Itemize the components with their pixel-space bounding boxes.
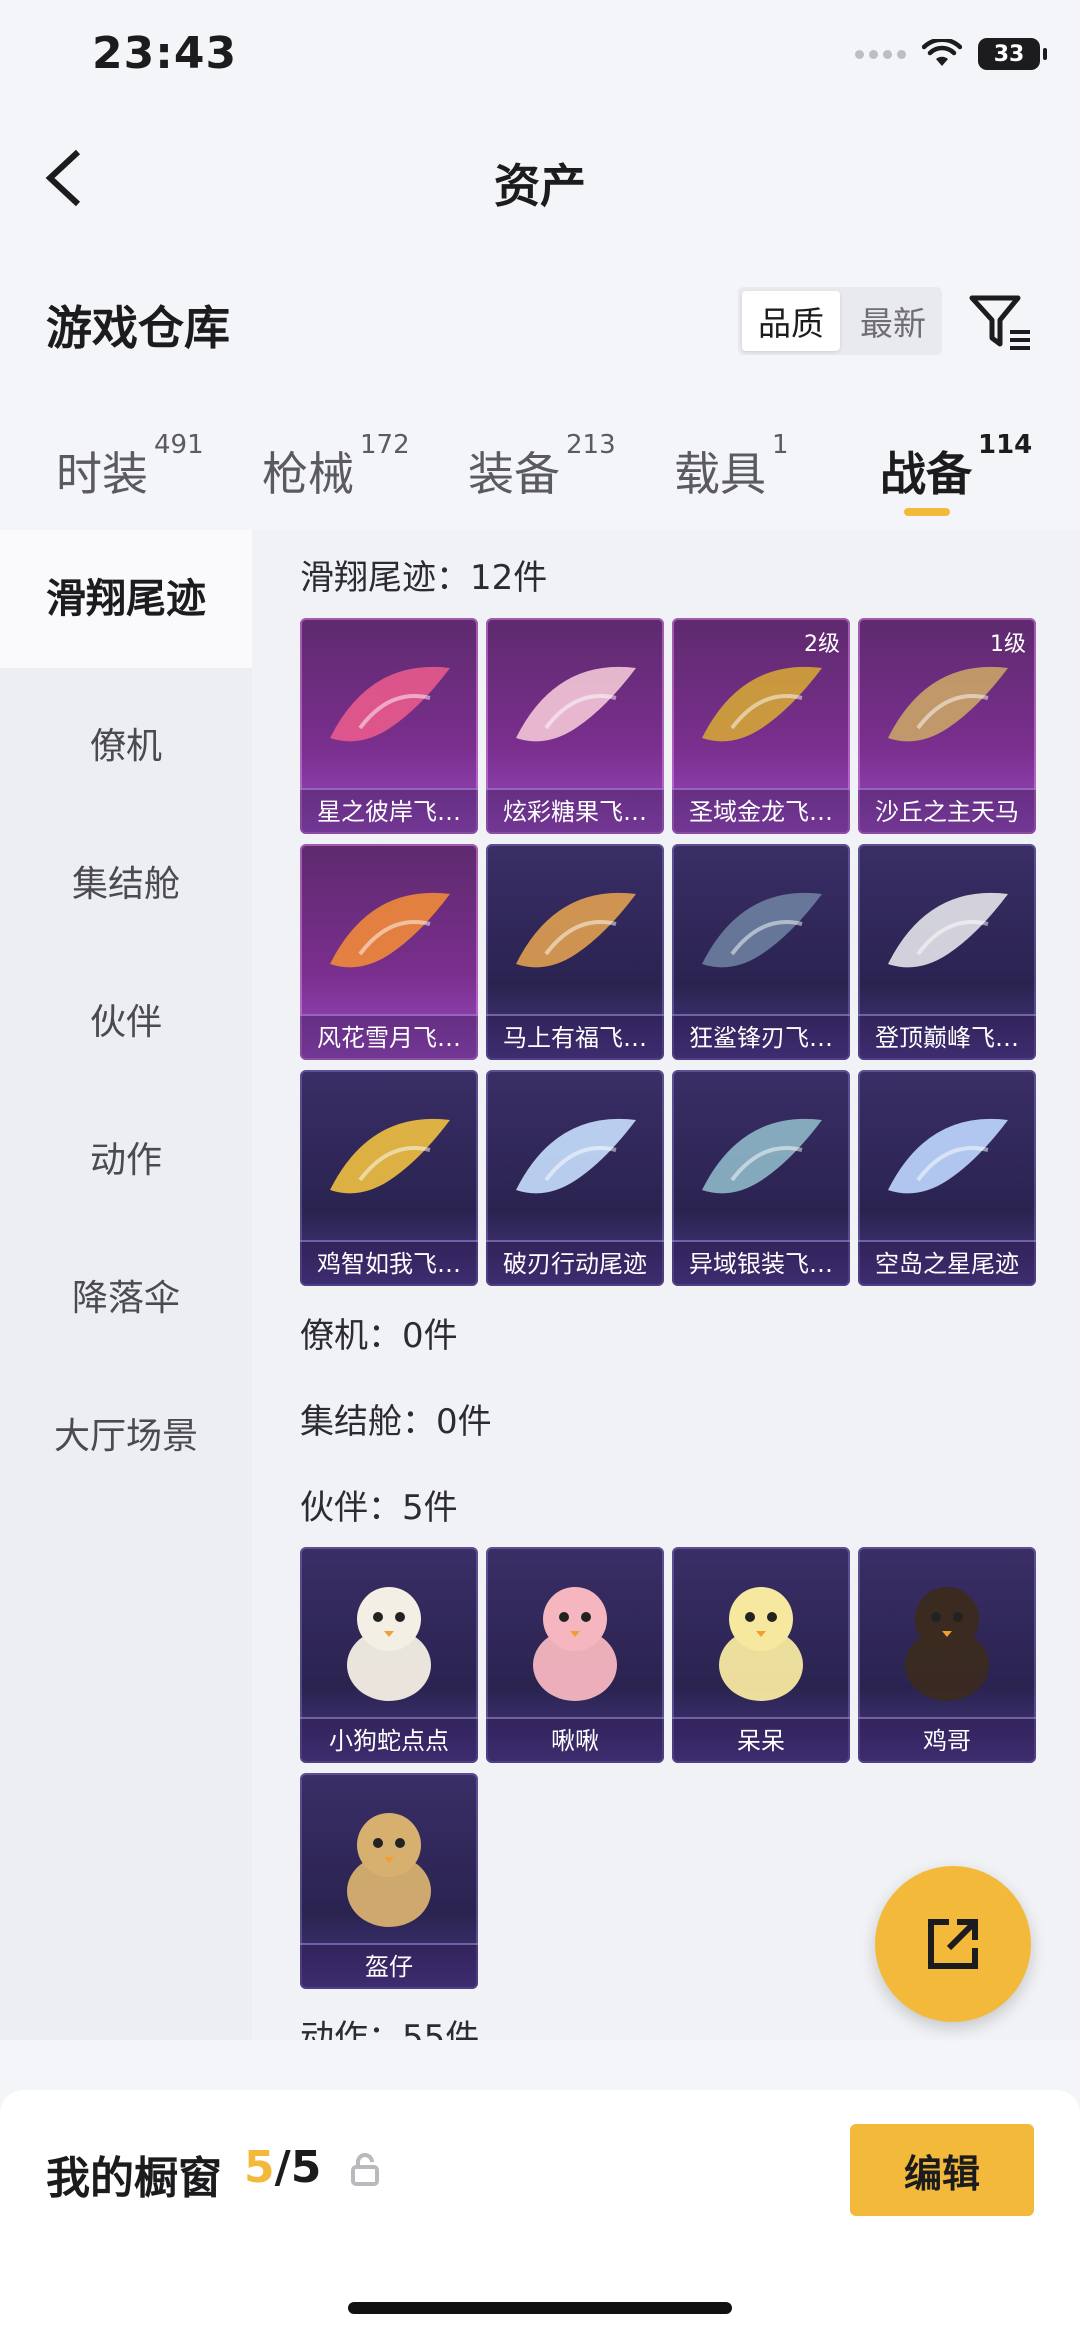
filter-icon	[969, 295, 1030, 350]
signal-icon	[855, 49, 906, 59]
item-name: 破刃行动尾迹	[486, 1240, 664, 1286]
showcase-current: 5	[244, 2142, 275, 2193]
warehouse-title: 游戏仓库	[46, 301, 230, 355]
item-level-badge: 2级	[804, 632, 840, 657]
tab-combat-gear[interactable]: 战备 114	[880, 432, 1032, 504]
glide-item-card[interactable]: 鸡智如我飞…	[300, 1070, 478, 1286]
item-name: 异域银装飞…	[672, 1240, 850, 1286]
item-name: 鸡哥	[858, 1717, 1036, 1763]
glide-item-card[interactable]: 马上有福飞…	[486, 844, 664, 1060]
sidebar: 滑翔尾迹 僚机 集结舱 伙伴 动作 降落伞 大厅场景	[0, 530, 252, 2040]
partner-item-card[interactable]: 呆呆	[672, 1547, 850, 1763]
sort-latest-option[interactable]: 最新	[844, 287, 942, 355]
tab-count: 1	[772, 430, 789, 460]
glide-item-card[interactable]: 异域银装飞…	[672, 1070, 850, 1286]
partner-item-card[interactable]: 啾啾	[486, 1547, 664, 1763]
tab-count: 213	[566, 430, 616, 460]
tab-label: 战备	[880, 447, 972, 501]
item-name: 马上有福飞…	[486, 1014, 664, 1060]
status-time: 23:43	[92, 28, 238, 79]
tab-label: 时装	[56, 447, 148, 501]
item-name: 鸡智如我飞…	[300, 1240, 478, 1286]
item-name: 盔仔	[300, 1943, 478, 1989]
tab-fashion[interactable]: 时装 491	[56, 432, 204, 504]
section-title-glide: 滑翔尾迹：12件	[300, 558, 548, 598]
item-name: 沙丘之主天马	[858, 788, 1036, 834]
tab-label: 枪械	[262, 447, 354, 501]
glide-item-card[interactable]: 2级圣域金龙飞…	[672, 618, 850, 834]
sidebar-item-wingman[interactable]: 僚机	[0, 717, 252, 769]
tab-label: 载具	[674, 447, 766, 501]
glide-item-card[interactable]: 破刃行动尾迹	[486, 1070, 664, 1286]
item-name: 小狗蛇点点	[300, 1717, 478, 1763]
home-indicator	[348, 2302, 732, 2314]
item-name: 狂鲨锋刃飞…	[672, 1014, 850, 1060]
sort-toggle[interactable]: 品质 最新	[738, 287, 942, 355]
lock-icon	[350, 2152, 380, 2186]
glide-item-card[interactable]: 登顶巅峰飞…	[858, 844, 1036, 1060]
sidebar-item-assembly-pod[interactable]: 集结舱	[0, 855, 252, 907]
glide-item-card[interactable]: 1级沙丘之主天马	[858, 618, 1036, 834]
glide-item-card[interactable]: 风花雪月飞…	[300, 844, 478, 1060]
battery-icon: 33	[978, 38, 1047, 70]
sort-quality-option[interactable]: 品质	[742, 291, 840, 351]
tab-count: 491	[154, 430, 204, 460]
partner-item-card[interactable]: 盔仔	[300, 1773, 478, 1989]
item-name: 炫彩糖果飞…	[486, 788, 664, 834]
showcase-label: 我的橱窗	[46, 2153, 222, 2204]
sidebar-item-action[interactable]: 动作	[0, 1131, 252, 1183]
sidebar-item-parachute[interactable]: 降落伞	[0, 1269, 252, 1321]
share-button[interactable]	[875, 1866, 1031, 2022]
item-name: 啾啾	[486, 1717, 664, 1763]
sidebar-item-lobby-scene[interactable]: 大厅场景	[0, 1407, 252, 1459]
glide-item-card[interactable]: 炫彩糖果飞…	[486, 618, 664, 834]
active-tab-indicator	[904, 508, 950, 516]
partner-item-card[interactable]: 小狗蛇点点	[300, 1547, 478, 1763]
filter-button[interactable]	[968, 290, 1034, 356]
edit-button[interactable]: 编辑	[850, 2124, 1034, 2216]
item-name: 呆呆	[672, 1717, 850, 1763]
external-link-icon	[928, 1919, 978, 1969]
glide-item-card[interactable]: 空岛之星尾迹	[858, 1070, 1036, 1286]
section-title-pod: 集结舱：0件	[300, 1402, 492, 1442]
section-title-wingman: 僚机：0件	[300, 1316, 458, 1356]
item-name: 风花雪月飞…	[300, 1014, 478, 1060]
tab-count: 114	[978, 430, 1033, 460]
page-title: 资产	[494, 159, 586, 213]
sidebar-item-glide-trail[interactable]: 滑翔尾迹	[0, 530, 252, 668]
wifi-icon	[922, 39, 962, 66]
tab-label: 装备	[468, 447, 560, 501]
item-name: 登顶巅峰飞…	[858, 1014, 1036, 1060]
item-name: 圣域金龙飞…	[672, 788, 850, 834]
status-icons: 33	[855, 38, 1047, 70]
partner-item-card[interactable]: 鸡哥	[858, 1547, 1036, 1763]
showcase-total: /5	[274, 2142, 322, 2193]
item-list[interactable]: 滑翔尾迹：12件 星之彼岸飞… 炫彩糖果飞… 2级 圣域金龙飞… 1级 沙丘之主天马 风花雪…	[252, 530, 1080, 2040]
item-name: 星之彼岸飞…	[300, 788, 478, 834]
showcase-count: 5/5	[244, 2142, 321, 2193]
tab-vehicles[interactable]: 载具 1	[674, 432, 789, 504]
item-name: 空岛之星尾迹	[858, 1240, 1036, 1286]
item-level-badge: 1级	[990, 632, 1026, 657]
glide-item-card[interactable]: 星之彼岸飞…	[300, 618, 478, 834]
tab-count: 172	[360, 430, 410, 460]
section-title-action: 动作：55件	[300, 2018, 480, 2040]
tab-equipment[interactable]: 装备 213	[468, 432, 616, 504]
tab-weapons[interactable]: 枪械 172	[262, 432, 410, 504]
sidebar-item-partner[interactable]: 伙伴	[0, 993, 252, 1045]
section-title-partner: 伙伴：5件	[300, 1488, 458, 1528]
glide-item-card[interactable]: 狂鲨锋刃飞…	[672, 844, 850, 1060]
